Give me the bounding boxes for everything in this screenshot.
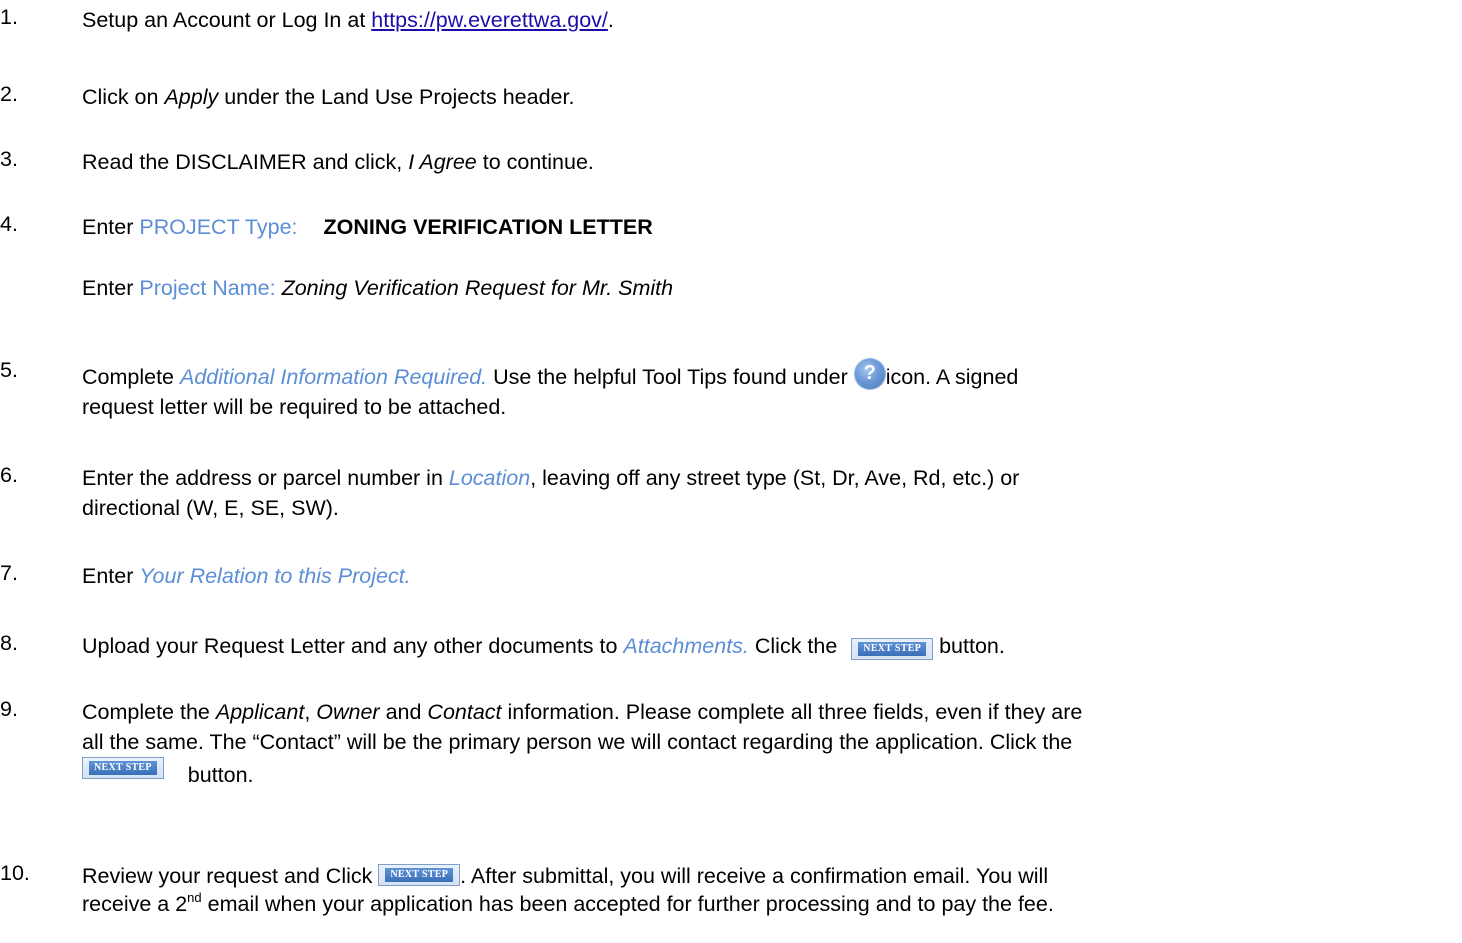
- website-link[interactable]: https://pw.everettwa.gov/: [371, 8, 608, 32]
- step-number: 7.: [0, 561, 18, 585]
- apply-label: Apply: [164, 85, 219, 109]
- project-type-field-label: PROJECT Type:: [139, 215, 298, 239]
- step-text: Complete the Applicant, Owner and Contac…: [82, 700, 1083, 787]
- step-text: Read the DISCLAIMER and click, I Agree t…: [82, 150, 594, 174]
- contact-label: Contact: [427, 700, 502, 724]
- step-number: 3.: [0, 147, 18, 171]
- project-name-value: Zoning Verification Request for Mr. Smit…: [281, 276, 674, 300]
- step-text: Setup an Account or Log In at https://pw…: [82, 8, 614, 32]
- step-text: Enter the address or parcel number in Lo…: [82, 466, 1020, 520]
- step-number: 6.: [0, 463, 18, 487]
- step-number: 9.: [0, 697, 18, 721]
- additional-information-label: Additional Information Required.: [180, 365, 488, 389]
- applicant-label: Applicant: [215, 700, 305, 724]
- next-step-button[interactable]: NEXT STEP: [851, 638, 934, 660]
- step-text: Complete Additional Information Required…: [82, 358, 1432, 422]
- next-step-button[interactable]: NEXT STEP: [82, 757, 164, 779]
- i-agree-label: I Agree: [408, 150, 477, 174]
- project-type-value: ZONING VERIFICATION LETTER: [323, 215, 653, 239]
- attachments-label: Attachments.: [623, 634, 749, 658]
- step-number: 8.: [0, 631, 18, 655]
- owner-label: Owner: [316, 700, 380, 724]
- step-number: 10.: [0, 861, 30, 885]
- step-number: 2.: [0, 82, 18, 106]
- relation-label: Your Relation to this Project.: [139, 564, 411, 588]
- step-text: Upload your Request Letter and any other…: [82, 634, 1005, 660]
- step-number: 4.: [0, 212, 18, 236]
- step-text: Enter Your Relation to this Project.: [82, 564, 411, 588]
- step-text: Enter Project Name: Zoning Verification …: [82, 276, 674, 300]
- project-name-field-label: Project Name:: [139, 276, 276, 300]
- step-number: 5.: [0, 358, 18, 382]
- next-step-button[interactable]: NEXT STEP: [378, 864, 461, 886]
- location-label: Location: [448, 466, 531, 490]
- help-question-icon: ?: [854, 358, 886, 390]
- step-text: Review your request and Click NEXT STEP.…: [82, 864, 1054, 916]
- step-number: 1.: [0, 5, 18, 29]
- step-text: Click on Apply under the Land Use Projec…: [82, 85, 575, 109]
- step-text: Enter PROJECT Type: ZONING VERIFICATION L…: [82, 215, 653, 239]
